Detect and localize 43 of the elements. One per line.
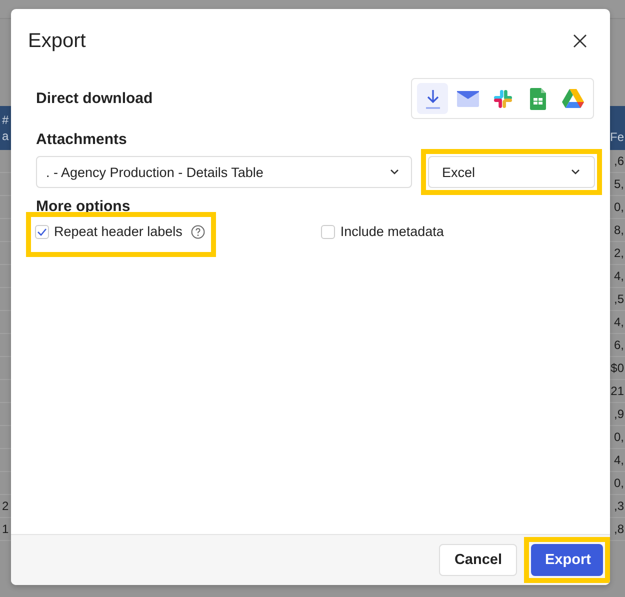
export-button[interactable]: Export <box>531 544 603 576</box>
section-label: More options <box>36 198 132 215</box>
table-cell: 5, <box>614 177 625 191</box>
table-cell: ,9 <box>614 407 625 421</box>
table-cell: 0, <box>614 476 625 490</box>
table-cell: $0 <box>610 361 625 375</box>
dialog-title: Export <box>28 30 86 52</box>
checkbox-label[interactable]: Repeat header labels <box>54 224 182 239</box>
chevron-icon <box>571 169 580 175</box>
table-cell: 6, <box>614 338 625 352</box>
table-cell: 4, <box>614 269 625 283</box>
section-label: Direct download <box>36 90 153 107</box>
chevron-icon <box>390 169 399 175</box>
table-cell: 0, <box>614 200 625 214</box>
column-header: Fe <box>610 130 625 144</box>
section-label: Attachments <box>36 131 128 148</box>
table-cell: ,3 <box>614 499 625 513</box>
download-icon <box>424 88 442 110</box>
table-cell: 0, <box>614 430 625 444</box>
table-cell-text: 1 <box>1 522 10 536</box>
column-header: # <box>2 112 9 128</box>
help-icon[interactable] <box>191 224 206 238</box>
table-cell: ,5 <box>614 292 625 306</box>
envelope-icon <box>456 90 478 106</box>
close-icon <box>573 34 587 48</box>
table-cell: 8, <box>614 223 625 237</box>
checkbox[interactable] <box>35 224 49 238</box>
cancel-button[interactable]: Cancel <box>439 544 517 576</box>
table-cell: 2, <box>614 246 625 260</box>
table-cell: ,8 <box>614 522 625 536</box>
checkbox-label[interactable]: Include metadata <box>340 224 444 239</box>
content-select[interactable]: . - Agency Production - Details Table <box>36 156 412 188</box>
destination-button[interactable] <box>417 83 448 114</box>
column-header: a <box>2 128 9 144</box>
table-cell-text: 2 <box>1 499 10 513</box>
spreadsheet-icon <box>530 88 546 110</box>
table-cell: 4, <box>614 315 625 329</box>
close-button[interactable] <box>572 33 588 49</box>
table-cell: 21 <box>610 384 625 398</box>
format-select[interactable]: Excel <box>428 156 595 188</box>
checkbox[interactable] <box>321 224 336 238</box>
table-cell: 4, <box>614 453 625 467</box>
table-cell: ,6 <box>614 154 625 168</box>
